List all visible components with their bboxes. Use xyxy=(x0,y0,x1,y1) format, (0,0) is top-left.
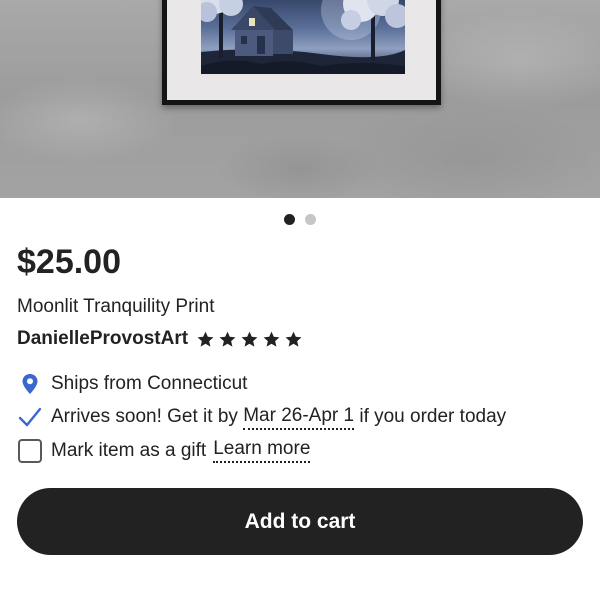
carousel-dot-2[interactable] xyxy=(305,214,316,225)
ships-from-text: Ships from Connecticut xyxy=(51,373,248,394)
map-pin-icon xyxy=(17,371,43,397)
add-to-cart-button[interactable]: Add to cart xyxy=(17,488,583,555)
painting-scene xyxy=(201,0,405,74)
arrives-prefix: Arrives soon! Get it by xyxy=(51,406,244,427)
listing-image[interactable] xyxy=(0,0,600,198)
carousel-dots xyxy=(0,214,600,225)
price: $25.00 xyxy=(17,243,121,281)
star-icon xyxy=(263,331,280,347)
carousel-dot-1[interactable] xyxy=(284,214,295,225)
arrives-row: Arrives soon! Get it by Mar 26-Apr 1 if … xyxy=(17,404,506,430)
star-icon xyxy=(285,331,302,347)
gift-checkbox[interactable] xyxy=(18,438,42,463)
star-icon xyxy=(197,331,214,347)
star-icon xyxy=(241,331,258,347)
ships-from-row: Ships from Connecticut xyxy=(17,371,247,397)
picture-mat xyxy=(167,0,436,100)
checkmark-icon xyxy=(17,404,43,430)
arrives-suffix: if you order today xyxy=(354,406,507,427)
picture-frame xyxy=(162,0,441,105)
star-icon xyxy=(219,331,236,347)
learn-more-link[interactable]: Learn more xyxy=(213,438,311,463)
gift-label[interactable]: Mark item as a gift xyxy=(51,440,206,462)
listing-title: Moonlit Tranquility Print xyxy=(17,296,215,317)
star-rating[interactable] xyxy=(196,330,303,349)
painting-artwork xyxy=(201,0,405,74)
shop-name-link[interactable]: DanielleProvostArt xyxy=(17,328,188,350)
gift-row: Mark item as a gift Learn more xyxy=(17,438,311,463)
shop-row: DanielleProvostArt xyxy=(17,328,303,350)
arrives-dates-link[interactable]: Mar 26-Apr 1 xyxy=(243,405,355,430)
